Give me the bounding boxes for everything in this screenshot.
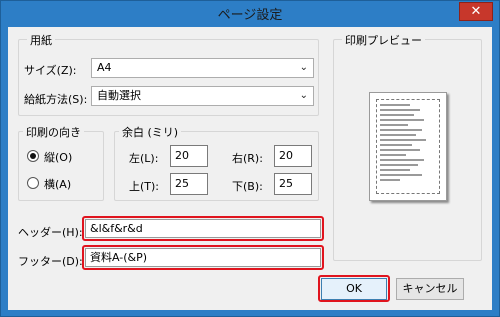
header-input[interactable]: &l&f&r&d bbox=[85, 219, 321, 238]
preview-margin-outline bbox=[376, 99, 440, 194]
dialog-body: 用紙 サイズ(Z): A4 ⌄ 給紙方法(S): 自動選択 ⌄ 印刷の向き 縦(… bbox=[8, 27, 492, 310]
portrait-radio[interactable] bbox=[27, 150, 39, 162]
paper-source-select[interactable]: 自動選択 ⌄ bbox=[91, 86, 314, 106]
landscape-radio[interactable] bbox=[27, 177, 39, 189]
cancel-button[interactable]: キャンセル bbox=[396, 278, 464, 300]
landscape-label[interactable]: 横(A) bbox=[44, 176, 71, 192]
title-bar[interactable]: ページ設定 ✕ bbox=[1, 1, 499, 25]
left-margin-input[interactable]: 20 bbox=[170, 145, 208, 167]
paper-source-label: 給紙方法(S): bbox=[24, 93, 88, 106]
footer-input[interactable]: 資料A-(&P) bbox=[85, 248, 321, 267]
size-label: サイズ(Z): bbox=[24, 64, 77, 77]
bottom-margin-input[interactable]: 25 bbox=[274, 173, 312, 195]
print-preview-legend: 印刷プレビュー bbox=[342, 32, 425, 48]
preview-page bbox=[369, 92, 447, 201]
right-margin-input[interactable]: 20 bbox=[274, 145, 312, 167]
close-icon: ✕ bbox=[470, 4, 482, 19]
print-preview-group: 印刷プレビュー bbox=[333, 32, 482, 261]
dialog-title: ページ設定 bbox=[217, 8, 283, 23]
chevron-down-icon: ⌄ bbox=[299, 90, 308, 101]
orientation-group-legend: 印刷の向き bbox=[23, 124, 84, 140]
margins-group-legend: 余白 (ミリ) bbox=[119, 124, 182, 140]
ok-button[interactable]: OK bbox=[321, 278, 387, 300]
page-setup-dialog: ページ設定 ✕ 用紙 サイズ(Z): A4 ⌄ 給紙方法(S): 自動選択 ⌄ … bbox=[0, 0, 500, 317]
footer-label: フッター(D): bbox=[18, 255, 83, 268]
paper-source-select-value: 自動選択 bbox=[97, 89, 141, 102]
portrait-label[interactable]: 縦(O) bbox=[44, 149, 72, 165]
header-label: ヘッダー(H): bbox=[18, 226, 83, 239]
top-margin-input[interactable]: 25 bbox=[170, 173, 208, 195]
left-margin-label: 左(L): bbox=[129, 152, 159, 165]
close-button[interactable]: ✕ bbox=[459, 2, 493, 21]
right-margin-label: 右(R): bbox=[232, 152, 263, 165]
chevron-down-icon: ⌄ bbox=[299, 62, 308, 73]
paper-group-legend: 用紙 bbox=[27, 32, 55, 48]
bottom-margin-label: 下(B): bbox=[232, 180, 263, 193]
size-select[interactable]: A4 ⌄ bbox=[91, 58, 314, 78]
size-select-value: A4 bbox=[97, 61, 112, 74]
top-margin-label: 上(T): bbox=[129, 180, 160, 193]
